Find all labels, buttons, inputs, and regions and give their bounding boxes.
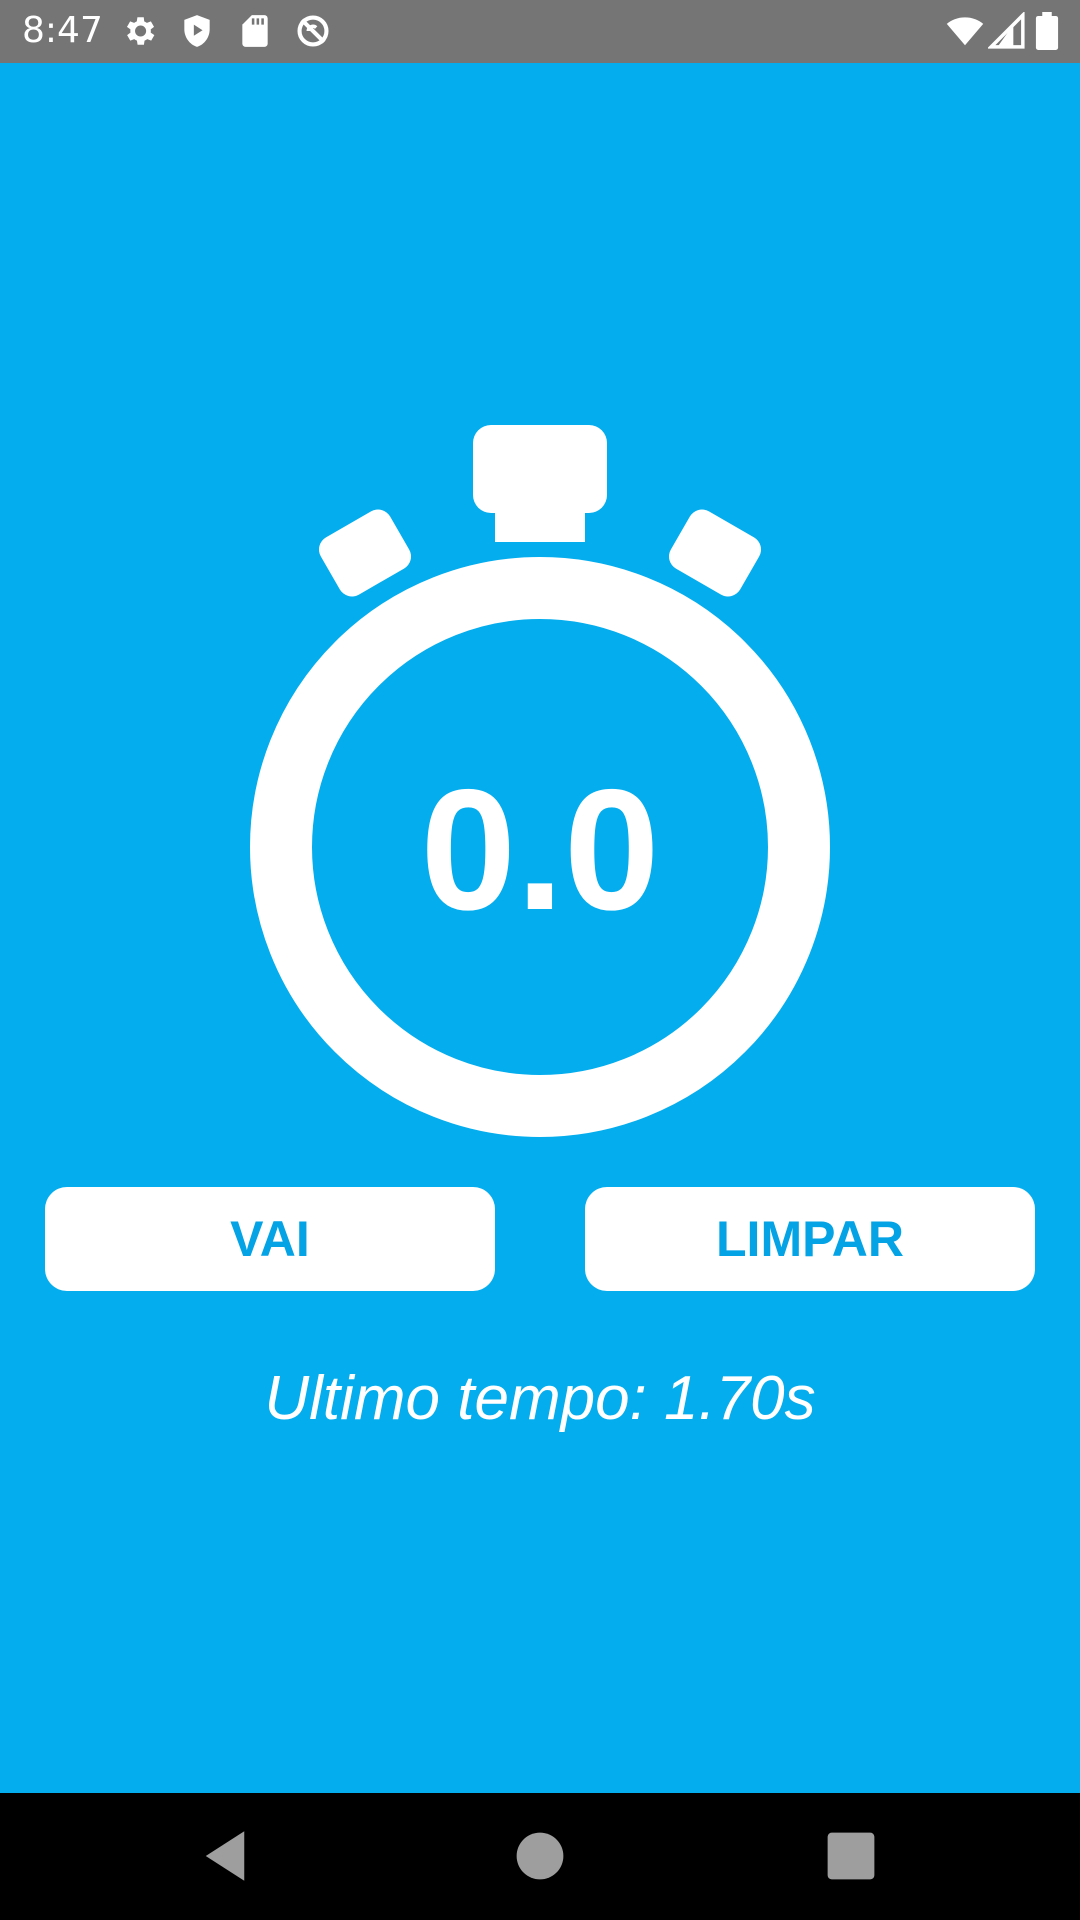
recents-icon[interactable] [818,1823,884,1889]
battery-icon [1032,12,1062,50]
cell-signal-icon [988,12,1026,50]
no-sync-icon [294,12,332,50]
last-time-label: Ultimo tempo: 1.70s [264,1364,816,1433]
timer-display: 0.0 [420,754,660,946]
settings-gear-icon [120,12,158,50]
wifi-icon [944,12,986,50]
status-bar: 8:47 [0,0,1080,63]
back-icon[interactable] [192,1823,258,1889]
status-time: 8:47 [22,10,103,51]
clear-button[interactable]: LIMPAR [585,1187,1035,1291]
navigation-bar [0,1793,1080,1920]
shield-play-icon [178,12,216,50]
sd-card-icon [236,12,274,50]
go-button[interactable]: VAI [45,1187,495,1291]
home-icon[interactable] [507,1823,573,1889]
